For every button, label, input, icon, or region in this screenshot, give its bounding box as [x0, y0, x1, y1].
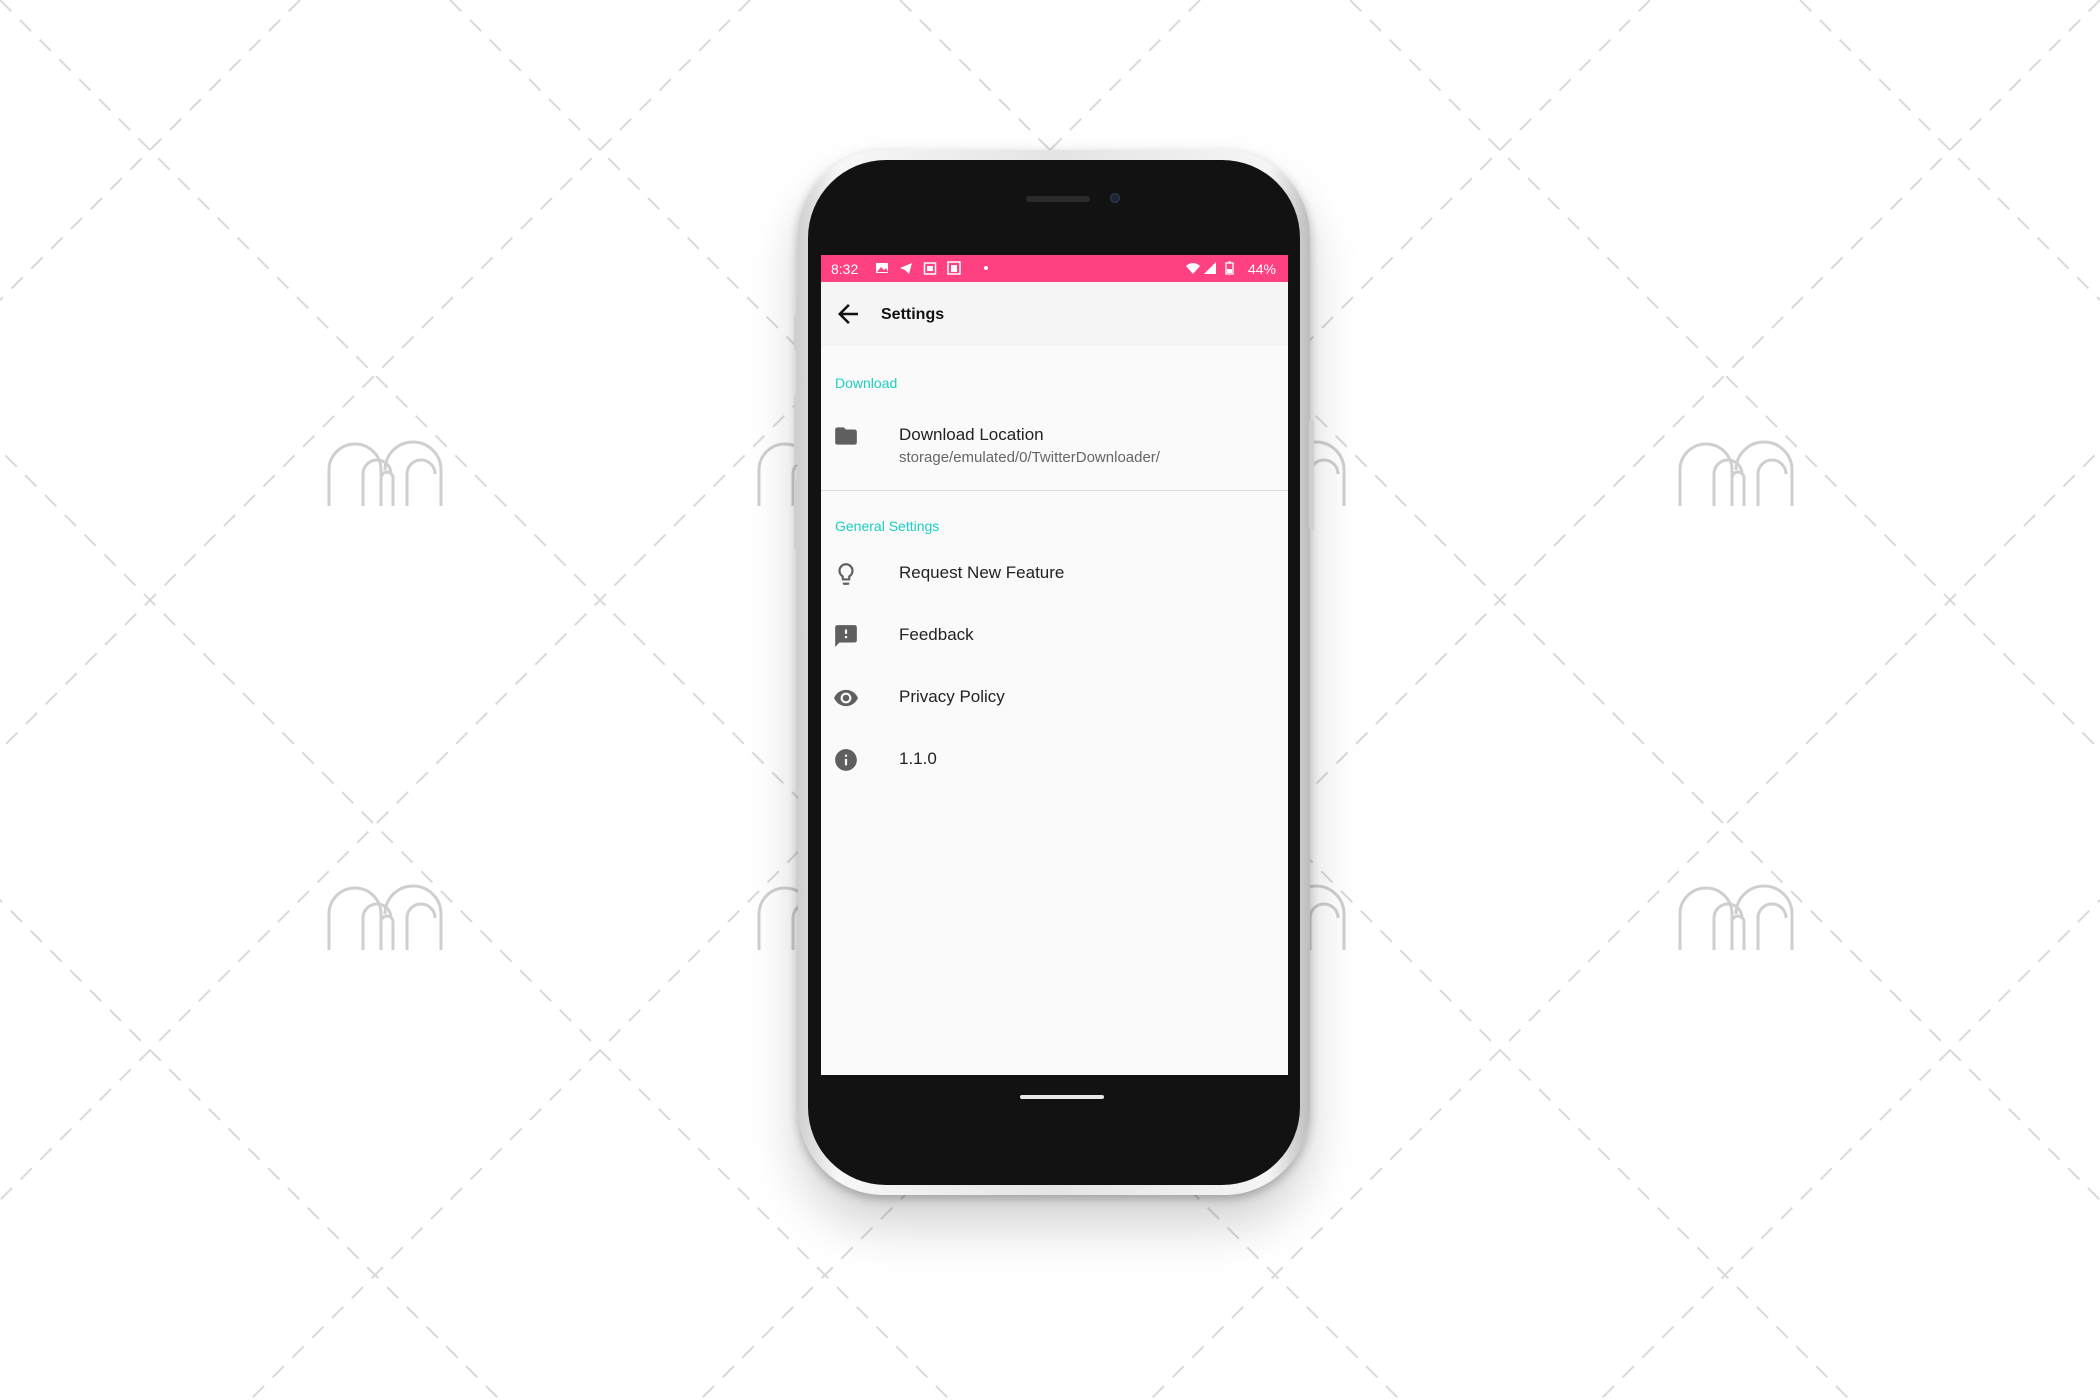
- page-title: Settings: [881, 306, 945, 323]
- gallery-icon: [947, 261, 961, 275]
- version-title: 1.1.0: [899, 749, 937, 768]
- status-time: 8:32: [831, 261, 859, 277]
- request-new-feature-item[interactable]: Request New Feature: [821, 547, 1288, 603]
- phone-power-button: [1309, 420, 1314, 530]
- download-location-summary: storage/emulated/0/TwitterDownloader/: [899, 449, 1160, 466]
- section-header-general-settings: General Settings: [835, 518, 940, 534]
- m-logo-watermark: [327, 440, 443, 506]
- battery-icon: [1225, 261, 1234, 275]
- status-bar: 8:32 44%: [821, 255, 1288, 282]
- m-logo-watermark: [1678, 884, 1794, 950]
- section-divider: [821, 490, 1288, 491]
- phone-volume-up: [794, 395, 799, 465]
- request-new-feature-title: Request New Feature: [899, 563, 1065, 582]
- privacy-policy-title: Privacy Policy: [899, 687, 1005, 706]
- home-indicator[interactable]: [1020, 1095, 1104, 1099]
- image-icon: [876, 263, 888, 273]
- phone-volume-down: [794, 480, 799, 550]
- app-bar: Settings: [821, 282, 1288, 346]
- download-location-item[interactable]: Download Location storage/emulated/0/Twi…: [821, 405, 1288, 485]
- arrow-back-icon[interactable]: [833, 299, 863, 329]
- download-location-title: Download Location: [899, 425, 1044, 444]
- info-icon: [835, 749, 857, 771]
- section-header-download: Download: [835, 375, 898, 391]
- signal-icon: [1204, 262, 1216, 274]
- wifi-icon: [1186, 263, 1200, 274]
- version-item[interactable]: 1.1.0: [821, 733, 1288, 789]
- folder-icon: [835, 427, 857, 445]
- dot-icon: [984, 266, 988, 270]
- eye-icon: [834, 689, 858, 707]
- telegram-icon: [900, 263, 912, 274]
- feedback-icon: [835, 625, 857, 647]
- feedback-item[interactable]: Feedback: [821, 609, 1288, 665]
- app-screen: 8:32 44% Settings Download Download Loca…: [821, 255, 1288, 1075]
- m-logo-watermark: [1678, 440, 1794, 506]
- feedback-title: Feedback: [899, 625, 974, 644]
- earpiece: [1026, 196, 1090, 202]
- calendar-icon: [923, 262, 937, 275]
- phone-silent-switch: [794, 315, 799, 351]
- m-logo-watermark: [327, 884, 443, 950]
- privacy-policy-item[interactable]: Privacy Policy: [821, 671, 1288, 727]
- front-camera: [1110, 193, 1120, 203]
- lightbulb-icon: [838, 563, 854, 585]
- battery-percent: 44%: [1247, 261, 1276, 277]
